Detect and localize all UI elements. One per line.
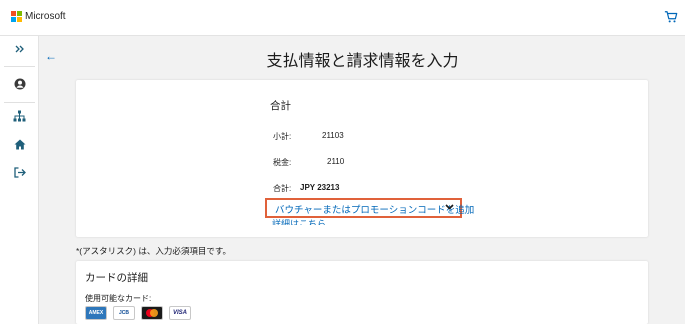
card-details-card: カードの詳細 使用可能なカード: AMEX JCB VISA [76, 261, 648, 324]
card-details-heading: カードの詳細 [85, 272, 148, 284]
tax-value: 2110 [327, 157, 345, 166]
cart-icon[interactable] [664, 10, 678, 24]
sidebar-divider [4, 66, 35, 67]
main-content: ← 支払情報と請求情報を入力 合計 小計: 21103 税金: 2110 合計:… [40, 37, 685, 324]
brand-name[interactable]: Microsoft [25, 11, 66, 22]
tax-label: 税金: [273, 158, 292, 167]
expand-chevrons-icon[interactable] [0, 36, 39, 62]
total-label: 合計: [273, 184, 292, 193]
order-summary-card: 合計 小計: 21103 税金: 2110 合計: JPY 23213 バウチャ… [76, 80, 648, 237]
accepted-cards-label: 使用可能なカード: [85, 294, 152, 303]
top-bar: Microsoft [0, 0, 685, 36]
total-value: JPY 23213 [300, 183, 340, 192]
required-fields-note: *(アスタリスク) は、入力必須項目です。 [76, 246, 231, 256]
mastercard-icon [141, 306, 163, 320]
amex-card-text: AMEX [88, 310, 104, 316]
summary-heading: 合計 [270, 100, 291, 112]
amex-card-icon: AMEX [85, 306, 107, 320]
account-icon[interactable] [0, 71, 39, 97]
jcb-card-text: JCB [118, 310, 129, 316]
chevron-down-icon[interactable] [445, 203, 454, 211]
microsoft-logo[interactable] [11, 11, 22, 22]
learn-more-link[interactable]: 詳細はこちら [272, 217, 326, 225]
sidebar [0, 36, 39, 324]
sitemap-icon[interactable] [0, 103, 39, 129]
page-title: 支払情報と請求情報を入力 [266, 53, 459, 70]
accepted-cards-list: AMEX JCB VISA [85, 306, 191, 320]
subtotal-value: 21103 [322, 131, 344, 140]
home-icon[interactable] [0, 131, 39, 157]
sign-out-icon[interactable] [0, 159, 39, 185]
voucher-highlight-box[interactable]: バウチャーまたはプロモーションコードを追加 [265, 198, 474, 218]
visa-card-text: VISA [172, 310, 187, 316]
visa-card-icon: VISA [169, 306, 191, 320]
subtotal-label: 小計: [273, 132, 292, 141]
jcb-card-icon: JCB [113, 306, 135, 320]
